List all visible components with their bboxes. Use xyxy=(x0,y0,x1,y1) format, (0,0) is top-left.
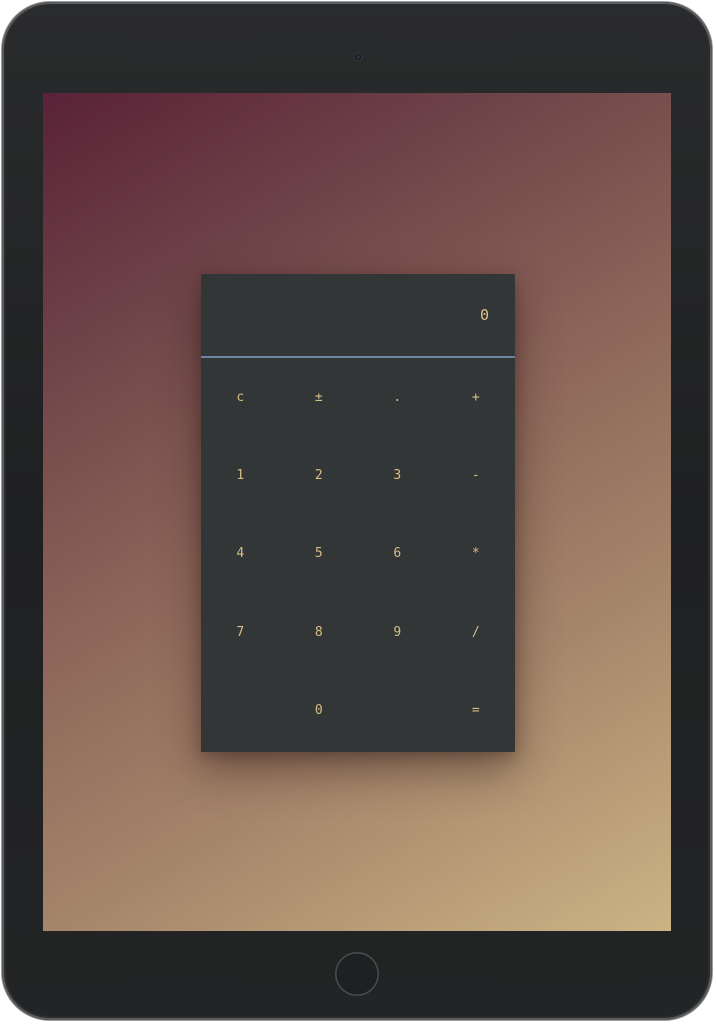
equals-button[interactable]: = xyxy=(437,672,516,750)
digit-1-button[interactable]: 1 xyxy=(201,436,280,514)
home-button[interactable] xyxy=(335,952,379,996)
digit-2-button[interactable]: 2 xyxy=(280,436,359,514)
empty-key xyxy=(358,672,437,750)
screen: 0 c ± . + 1 2 3 - 4 5 6 * 7 8 9 / 0 = xyxy=(43,93,671,931)
multiply-button[interactable]: * xyxy=(437,515,516,593)
digit-5-button[interactable]: 5 xyxy=(280,515,359,593)
keypad: c ± . + 1 2 3 - 4 5 6 * 7 8 9 / 0 = xyxy=(201,358,515,750)
divide-button[interactable]: / xyxy=(437,593,516,671)
decimal-button[interactable]: . xyxy=(358,358,437,436)
digit-9-button[interactable]: 9 xyxy=(358,593,437,671)
calculator-display: 0 xyxy=(201,274,515,358)
camera-icon xyxy=(353,52,363,62)
sign-toggle-button[interactable]: ± xyxy=(280,358,359,436)
display-value: 0 xyxy=(479,306,489,324)
digit-0-button[interactable]: 0 xyxy=(280,672,359,750)
add-button[interactable]: + xyxy=(437,358,516,436)
digit-8-button[interactable]: 8 xyxy=(280,593,359,671)
tablet-frame: 0 c ± . + 1 2 3 - 4 5 6 * 7 8 9 / 0 = xyxy=(2,2,712,1020)
digit-6-button[interactable]: 6 xyxy=(358,515,437,593)
empty-key xyxy=(201,672,280,750)
calculator: 0 c ± . + 1 2 3 - 4 5 6 * 7 8 9 / 0 = xyxy=(201,274,515,752)
subtract-button[interactable]: - xyxy=(437,436,516,514)
clear-button[interactable]: c xyxy=(201,358,280,436)
digit-3-button[interactable]: 3 xyxy=(358,436,437,514)
digit-7-button[interactable]: 7 xyxy=(201,593,280,671)
digit-4-button[interactable]: 4 xyxy=(201,515,280,593)
